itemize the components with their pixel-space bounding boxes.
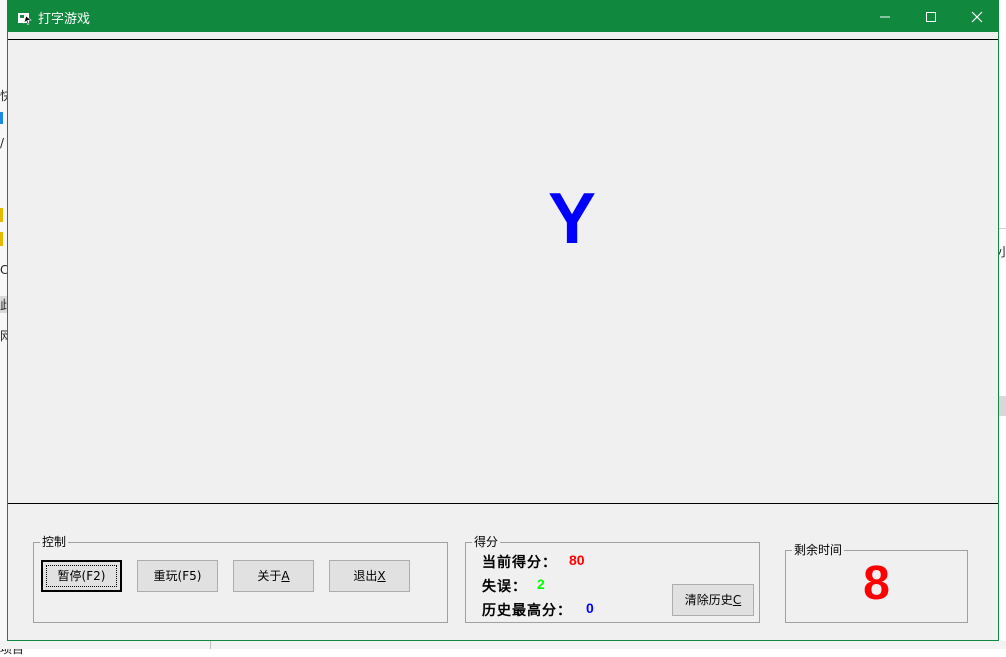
remaining-time-value: 8: [863, 557, 890, 610]
close-icon: [971, 11, 983, 23]
maximize-button[interactable]: [908, 1, 954, 32]
control-group-title: 控制: [40, 535, 69, 549]
background-divider: [210, 641, 211, 649]
best-score-value: 0: [586, 600, 594, 616]
score-group: 得分 当前得分： 80 失误： 2 历史最高分： 0 清除历史C: [465, 535, 760, 623]
current-score-value: 80: [569, 552, 585, 568]
background-statusbar: [0, 641, 1006, 649]
exit-button[interactable]: 退出X: [329, 560, 410, 592]
typing-game-window: 打字游戏 Y 控制 暂停(F2) 重玩(F5) 关于A 退出X 得分 当前得分：…: [7, 0, 999, 641]
pause-button[interactable]: 暂停(F2): [41, 560, 122, 592]
clear-hotkey: C: [732, 593, 742, 607]
clear-history-label: 清除历史: [684, 593, 733, 607]
play-area-top-border: [8, 39, 998, 40]
errors-label: 失误：: [482, 579, 527, 595]
maximize-icon: [926, 12, 936, 22]
falling-letter: Y: [547, 179, 597, 259]
background-scrollbar: [998, 396, 1006, 416]
background-text: /: [0, 136, 5, 150]
timer-group: 剩余时间 8: [785, 543, 968, 623]
replay-button-label: 重玩(F5): [153, 569, 202, 583]
current-score-label: 当前得分：: [482, 555, 557, 571]
background-icon: [0, 112, 3, 124]
window-title: 打字游戏: [38, 12, 91, 27]
minimize-button[interactable]: [862, 1, 908, 32]
app-icon[interactable]: [18, 10, 32, 25]
timer-group-title: 剩余时间: [792, 543, 845, 557]
title-bar[interactable]: 打字游戏: [8, 1, 998, 32]
exit-hotkey: X: [377, 569, 386, 583]
score-group-title: 得分: [472, 535, 501, 549]
about-button[interactable]: 关于A: [233, 560, 314, 592]
clear-history-button[interactable]: 清除历史C: [672, 584, 754, 616]
exit-button-label: 退出: [353, 569, 378, 583]
close-button[interactable]: [954, 1, 1000, 32]
best-score-label: 历史最高分：: [482, 603, 572, 619]
focus-rect: [46, 565, 117, 587]
folder-icon: [0, 208, 3, 222]
about-hotkey: A: [281, 569, 290, 583]
minimize-icon: [880, 16, 890, 18]
errors-value: 2: [537, 576, 545, 592]
replay-button[interactable]: 重玩(F5): [137, 560, 218, 592]
about-button-label: 关于: [257, 569, 282, 583]
play-area-bottom-border: [8, 503, 998, 504]
folder-icon: [0, 232, 3, 246]
control-group: 控制 暂停(F2) 重玩(F5) 关于A 退出X: [33, 535, 448, 623]
